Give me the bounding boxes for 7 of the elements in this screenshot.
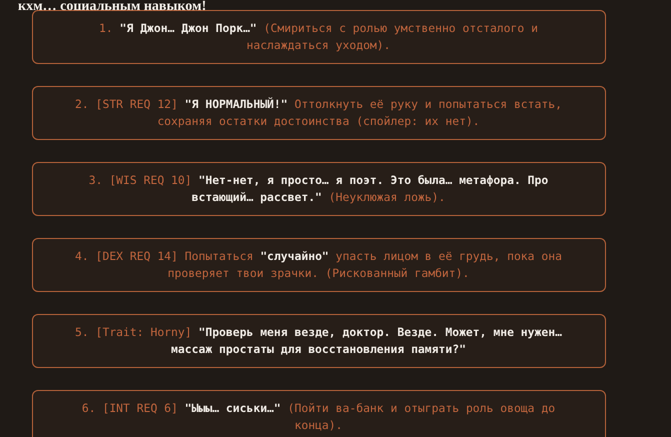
- dialogue-option[interactable]: 6. [INT REQ 6] "Ыыы… сиськи…" (Пойти ва-банк и отыграть роль овоща до конца).: [32, 390, 606, 437]
- dialogue-option[interactable]: 1. "Я Джон… Джон Порк…" (Смириться с ролью умственно отсталого и наслаждаться уходом).: [32, 10, 606, 64]
- heading: кхм… социальным навыком!: [18, 0, 208, 8]
- dialogue-option[interactable]: 3. [WIS REQ 10] "Нет-нет, я просто… я поэт. Это была… метафора. Про встающий… рассвет." (Неуклюжая ложь).: [32, 162, 606, 216]
- dialogue-option[interactable]: 5. [Trait: Horny] "Проверь меня везде, доктор. Везде. Может, мне нужен… массаж простаты для восстановления памяти?": [32, 314, 606, 368]
- dialogue-option[interactable]: 2. [STR REQ 12] "Я НОРМАЛЬНЫЙ!" Оттолкнуть её руку и попытаться встать, сохраняя остатки достоинства (спойлер: их нет).: [32, 86, 606, 140]
- dialogue-option[interactable]: 4. [DEX REQ 14] Попытаться "случайно" упасть лицом в её грудь, пока она проверяет твои зрачки. (Рискованный гамбит).: [32, 238, 606, 292]
